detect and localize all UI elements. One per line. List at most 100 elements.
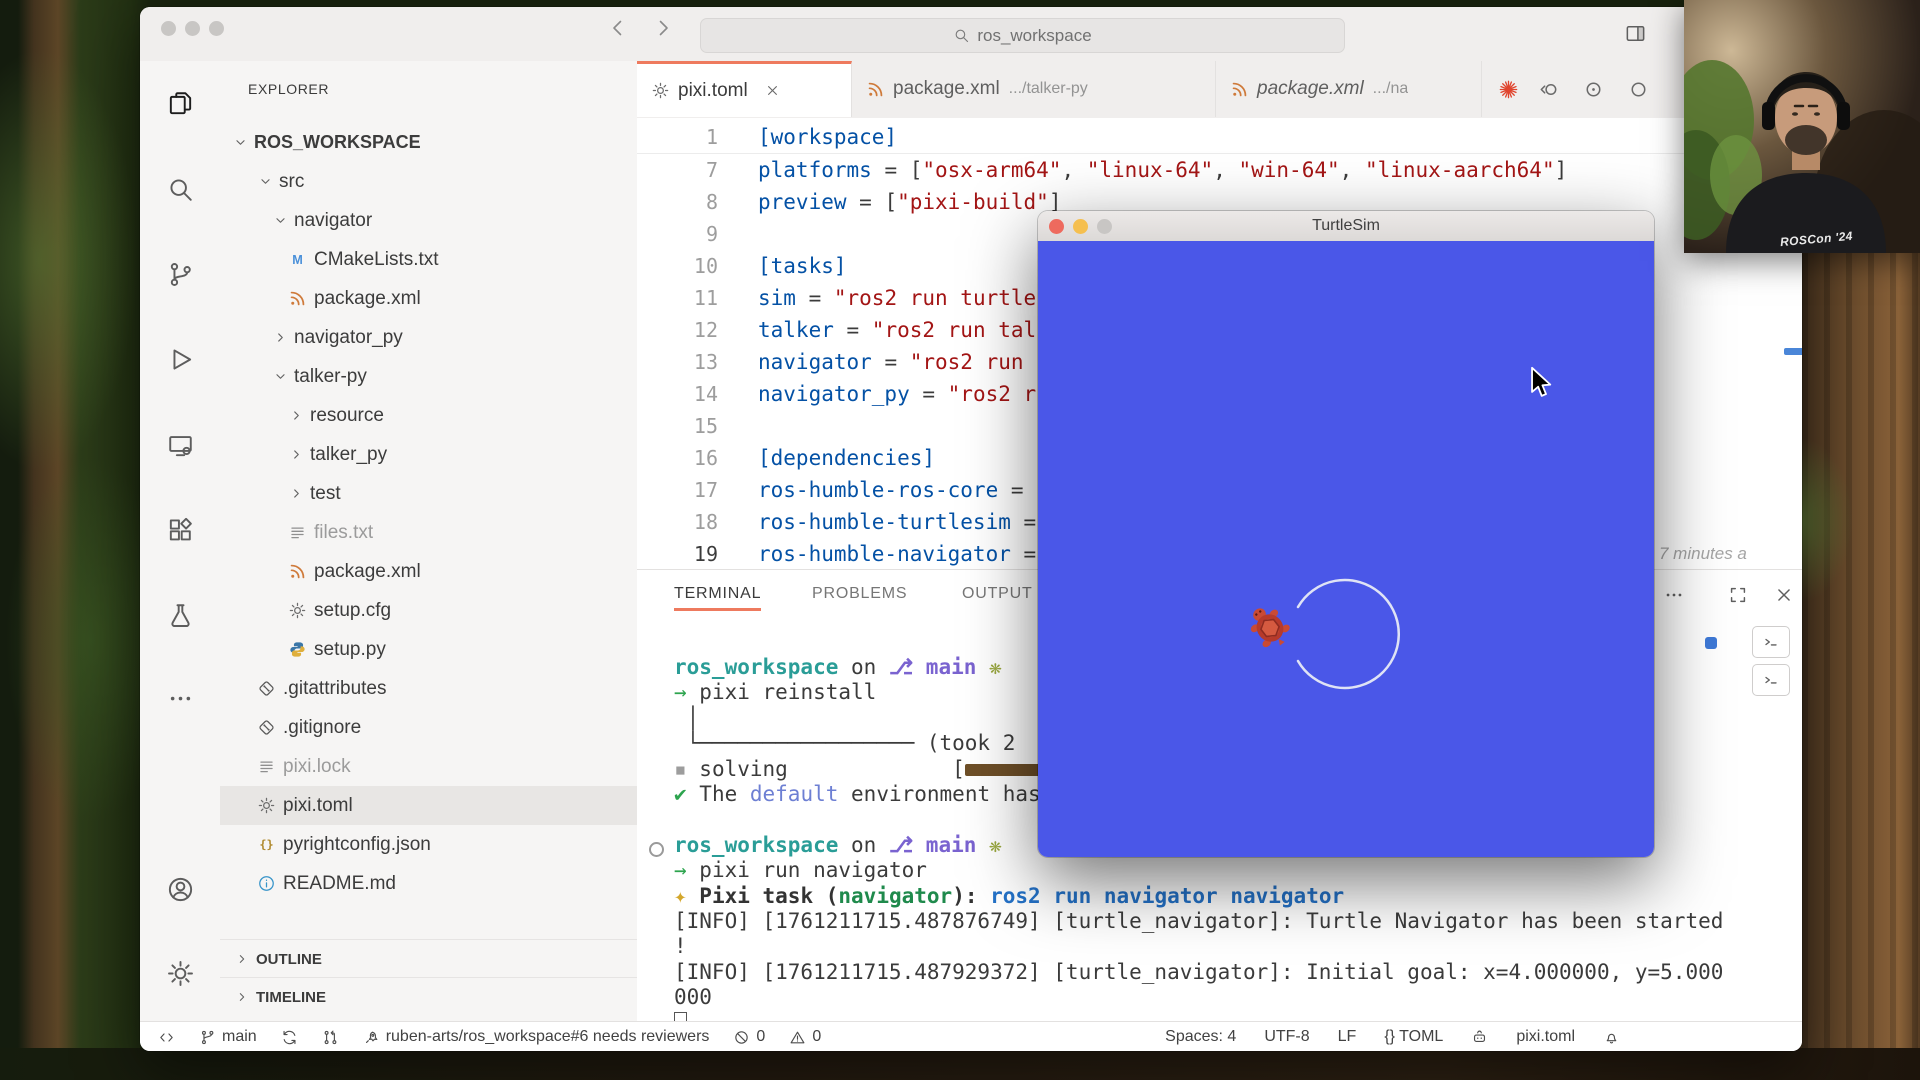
- token: "ros2 run tal: [872, 318, 1036, 342]
- minimize-window-button[interactable]: [185, 21, 200, 36]
- tab-package-xml-1[interactable]: package.xml.../talker-py: [852, 61, 1216, 117]
- tree-item-setup-py[interactable]: setup.py: [220, 630, 638, 669]
- tree-item-pixi-lock[interactable]: pixi.lock: [220, 747, 638, 786]
- status-spaces-4[interactable]: Spaces: 4: [1165, 1028, 1236, 1046]
- panel-tab-terminal[interactable]: TERMINAL: [674, 580, 761, 611]
- status--toml[interactable]: {} TOML: [1384, 1028, 1443, 1046]
- activity-item-search[interactable]: [140, 160, 220, 218]
- tree-item-resource[interactable]: resource: [220, 396, 638, 435]
- close-window-button[interactable]: [161, 21, 176, 36]
- token: =: [998, 478, 1036, 502]
- tree-item-label: test: [310, 483, 341, 505]
- status-branch[interactable]: main: [199, 1028, 257, 1046]
- line-content: ros-humble-turtlesim =: [758, 506, 1036, 538]
- tree-item-pyrightconfig-json[interactable]: {}pyrightconfig.json: [220, 825, 638, 864]
- panel-tab-output[interactable]: OUTPUT: [962, 580, 1033, 608]
- tree-item-cmakelists-txt[interactable]: MCMakeLists.txt: [220, 240, 638, 279]
- editor-action-circle-dot-icon[interactable]: [1582, 78, 1605, 101]
- tab-label: package.xml: [1257, 78, 1364, 100]
- panel-maximize-icon[interactable]: [1727, 584, 1749, 606]
- token: [INFO] [1761211715.487876749] [turtle_na…: [674, 909, 1723, 933]
- panel-close-icon[interactable]: [1773, 584, 1795, 606]
- status-remote-indicator[interactable]: [158, 1029, 175, 1046]
- tab-label: pixi.toml: [678, 80, 748, 102]
- tree-item--gitignore[interactable]: .gitignore: [220, 708, 638, 747]
- status-pixi-toml[interactable]: pixi.toml: [1516, 1028, 1575, 1046]
- forward-icon[interactable]: [651, 16, 675, 40]
- tree-item-files-txt[interactable]: files.txt: [220, 513, 638, 552]
- token: ros-humble-turtlesim: [758, 510, 1011, 534]
- token: main: [926, 655, 977, 679]
- status-utf-8[interactable]: UTF-8: [1264, 1028, 1309, 1046]
- status-robot[interactable]: [1471, 1029, 1488, 1046]
- activity-item-account[interactable]: [140, 860, 220, 918]
- section-timeline[interactable]: TIMELINE: [220, 977, 637, 1016]
- activity-item-extensions[interactable]: [140, 500, 220, 558]
- token: preview: [758, 190, 847, 214]
- token: ]: [1555, 158, 1568, 182]
- turtlesim-canvas[interactable]: [1038, 241, 1654, 857]
- blame-annotation: 7 minutes a: [1659, 538, 1747, 570]
- panel-ellipsis-icon[interactable]: [1663, 584, 1685, 606]
- token: ❋: [989, 833, 1002, 857]
- tree-item--gitattributes[interactable]: .gitattributes: [220, 669, 638, 708]
- editor-action-starburst-icon[interactable]: [1497, 78, 1520, 101]
- tree-item-package-xml[interactable]: package.xml: [220, 279, 638, 318]
- layout-panel-icon[interactable]: [1623, 22, 1648, 45]
- line-number: 17: [637, 474, 718, 506]
- zoom-window-button[interactable]: [209, 21, 224, 36]
- status-bell[interactable]: [1603, 1029, 1620, 1046]
- tree-item-navigator[interactable]: navigator: [220, 201, 638, 240]
- activity-item-source-control[interactable]: [140, 245, 220, 303]
- command-center-search[interactable]: ros_workspace: [700, 18, 1345, 53]
- tree-item-setup-cfg[interactable]: setup.cfg: [220, 591, 638, 630]
- tree-item-src[interactable]: src: [220, 162, 638, 201]
- activity-item-run-debug[interactable]: [140, 330, 220, 388]
- status-warning[interactable]: 0: [789, 1028, 821, 1046]
- tree-item-label: .gitignore: [283, 717, 361, 739]
- status-error[interactable]: 0: [733, 1028, 765, 1046]
- status-sync[interactable]: [281, 1029, 298, 1046]
- terminal-list-item[interactable]: [1752, 626, 1790, 658]
- token: ros-humble-ros-core: [758, 478, 998, 502]
- rss-icon: [1230, 80, 1249, 99]
- tree-item-talker-py[interactable]: talker_py: [220, 435, 638, 474]
- tree-item-test[interactable]: test: [220, 474, 638, 513]
- line-number: 1: [637, 121, 718, 153]
- activity-item-settings[interactable]: [140, 944, 220, 1002]
- line-content: navigator_py = "ros2 r: [758, 378, 1036, 410]
- token: pixi reinstall: [699, 680, 876, 704]
- turtlesim-title-bar[interactable]: TurtleSim: [1038, 211, 1654, 242]
- activity-item-explorer[interactable]: [140, 74, 220, 132]
- tree-item-label: src: [279, 171, 304, 193]
- section-outline[interactable]: OUTLINE: [220, 939, 637, 978]
- editor-action-circle-back-icon[interactable]: [1537, 78, 1560, 101]
- tree-item-readme-md[interactable]: README.md: [220, 864, 638, 903]
- chevron-right-icon: [288, 446, 305, 463]
- status-rocket[interactable]: ruben-arts/ros_workspace#6 needs reviewe…: [363, 1028, 710, 1046]
- tree-item-talker-py[interactable]: talker-py: [220, 357, 638, 396]
- activity-item-more[interactable]: [140, 669, 220, 727]
- command-decoration-icon[interactable]: [649, 842, 664, 857]
- token: ros2 run navigator navigator: [990, 884, 1344, 908]
- tree-item-pixi-toml[interactable]: pixi.toml: [220, 786, 638, 825]
- token: └─────────────────: [674, 731, 914, 755]
- activity-item-remote-explorer[interactable]: [140, 416, 220, 474]
- tree-item-package-xml[interactable]: package.xml: [220, 552, 638, 591]
- tab-package-xml-2[interactable]: package.xml.../na: [1216, 61, 1482, 117]
- status-lf[interactable]: LF: [1338, 1028, 1357, 1046]
- line-content: platforms = ["osx-arm64", "linux-64", "w…: [758, 154, 1567, 186]
- tab-pixi-toml-0[interactable]: pixi.toml: [637, 61, 852, 117]
- back-icon[interactable]: [606, 16, 630, 40]
- status-compare[interactable]: [322, 1029, 339, 1046]
- tree-item-ros-workspace[interactable]: ROS_WORKSPACE: [220, 123, 638, 162]
- close-icon[interactable]: [764, 82, 781, 99]
- activity-item-testing[interactable]: [140, 586, 220, 644]
- git-file-icon: [257, 679, 276, 698]
- terminal-list-item[interactable]: [1752, 664, 1790, 696]
- tree-item-navigator-py[interactable]: navigator_py: [220, 318, 638, 357]
- editor-action-circle-icon[interactable]: [1627, 78, 1650, 101]
- panel-tab-problems[interactable]: PROBLEMS: [812, 580, 907, 608]
- tree-item-label: setup.py: [314, 639, 386, 661]
- token: ⎇: [889, 833, 926, 857]
